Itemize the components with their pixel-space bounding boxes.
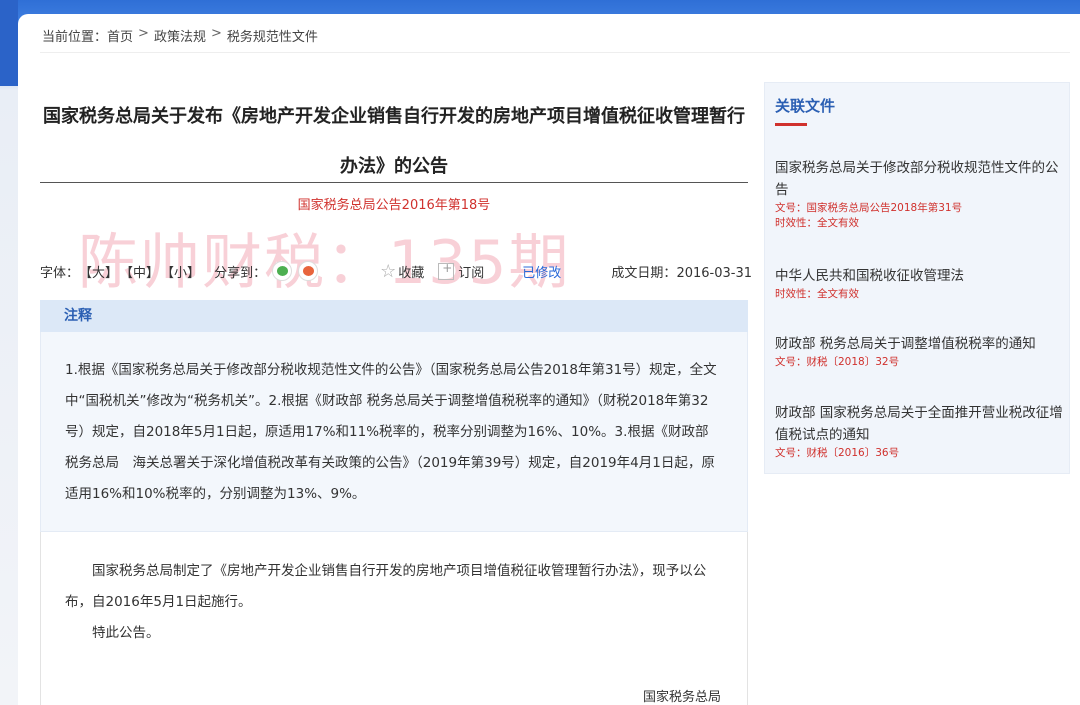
breadcrumb-separator: > — [138, 26, 149, 41]
star-icon: ☆ — [380, 260, 397, 282]
font-small-button[interactable]: 【小】 — [161, 262, 200, 281]
title-divider — [40, 182, 748, 183]
related-file-item[interactable]: 财政部 税务总局关于调整增值税税率的通知 文号：财税〔2018〕32号 — [775, 333, 1065, 370]
share-label: 分享到： — [214, 265, 267, 281]
breadcrumb-separator: > — [210, 26, 222, 41]
breadcrumb-divider — [40, 52, 1070, 53]
related-file-item[interactable]: 财政部 国家税务总局关于全面推开营业税改征增值税试点的通知 文号：财税〔2016… — [775, 402, 1065, 461]
related-file-validity: 时效性：全文有效 — [775, 217, 859, 229]
note-body: 1.根据《国家税务总局关于修改部分税收规范性文件的公告》（国家税务总局公告201… — [40, 332, 748, 532]
article-toolbar: 字体： 【大】 【中】 【小】 分享到： ☆ 收藏 订阅 已修改 成文日期：20… — [40, 260, 752, 282]
wechat-share-icon[interactable] — [272, 261, 293, 281]
related-file-item[interactable]: 中华人民共和国税收征收管理法 时效性：全文有效 — [775, 265, 1065, 302]
modified-prefix: 已 — [522, 265, 536, 281]
watermark-text: 陈帅财税：135期 — [78, 228, 571, 298]
related-file-validity: 时效性：全文有效 — [775, 288, 859, 300]
heading-underline — [775, 123, 807, 126]
related-file-doc-number: 文号：财税〔2018〕32号 — [775, 356, 900, 368]
content-paragraph: 国家税务总局制定了《房地产开发企业销售自行开发的房地产项目增值税征收管理暂行办法… — [65, 563, 707, 610]
font-medium-button[interactable]: 【中】 — [120, 262, 159, 281]
date-label: 成文日期： — [611, 265, 677, 281]
modified-status: 已修改 — [522, 262, 561, 281]
breadcrumb-policy-link[interactable]: 政策法规 — [154, 26, 206, 45]
font-large-button[interactable]: 【大】 — [79, 262, 118, 281]
subscribe-label: 订阅 — [458, 265, 485, 281]
related-file-title[interactable]: 财政部 税务总局关于调整增值税税率的通知 — [775, 333, 1065, 355]
font-size-label: 字体： — [40, 265, 80, 281]
favorite-button[interactable]: ☆ 收藏 — [380, 261, 424, 282]
breadcrumb-current-link[interactable]: 税务规范性文件 — [227, 26, 318, 45]
related-file-title[interactable]: 国家税务总局关于修改部分税收规范性文件的公告 — [775, 157, 1065, 201]
note-heading: 注释 — [40, 300, 748, 332]
related-file-doc-number: 文号：国家税务总局公告2018年第31号 — [775, 202, 963, 214]
breadcrumb: 当前位置： 首页 > 政策法规 > 税务规范性文件 — [42, 26, 318, 45]
header-band — [0, 0, 18, 86]
date-value: 2016-03-31 — [676, 265, 752, 281]
page-container: 当前位置： 首页 > 政策法规 > 税务规范性文件 国家税务总局关于发布《房地产… — [18, 14, 1080, 705]
subscribe-button[interactable]: 订阅 — [438, 261, 485, 281]
related-files-heading: 关联文件 — [775, 97, 836, 115]
related-file-item[interactable]: 国家税务总局关于修改部分税收规范性文件的公告 文号：国家税务总局公告2018年第… — [775, 157, 1065, 231]
breadcrumb-home-link[interactable]: 首页 — [107, 26, 133, 45]
page-title: 国家税务总局关于发布《房地产开发企业销售自行开发的房地产项目增值税征收管理暂行办… — [43, 106, 745, 177]
modified-link[interactable]: 修改 — [535, 266, 561, 281]
signature: 国家税务总局 — [642, 690, 721, 705]
content-paragraph: 特此公告。 — [92, 625, 160, 641]
related-file-title[interactable]: 财政部 国家税务总局关于全面推开营业税改征增值税试点的通知 — [775, 402, 1065, 446]
favorite-label: 收藏 — [398, 265, 425, 281]
breadcrumb-prefix: 当前位置： — [42, 30, 108, 45]
subscribe-icon — [438, 261, 455, 280]
article-content: 国家税务总局制定了《房地产开发企业销售自行开发的房地产项目增值税征收管理暂行办法… — [40, 532, 748, 705]
weibo-share-icon[interactable] — [298, 261, 319, 281]
date-info: 成文日期：2016-03-31 — [611, 262, 752, 281]
related-file-doc-number: 文号：财税〔2016〕36号 — [775, 447, 900, 459]
related-files-panel: 关联文件 国家税务总局关于修改部分税收规范性文件的公告 文号：国家税务总局公告2… — [764, 82, 1070, 474]
document-number: 国家税务总局公告2016年第18号 — [297, 198, 491, 213]
related-file-title[interactable]: 中华人民共和国税收征收管理法 — [775, 265, 1065, 287]
